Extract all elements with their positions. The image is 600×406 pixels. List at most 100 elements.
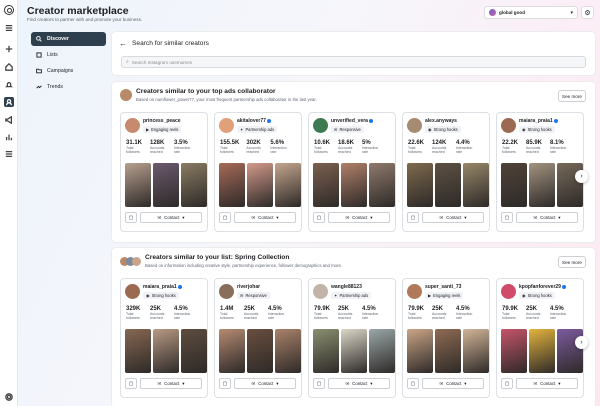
home-icon[interactable]: [4, 62, 14, 72]
creator-username[interactable]: super_santi_73: [425, 284, 461, 290]
contact-button[interactable]: ✉ Contact ▾: [422, 378, 484, 389]
account-selector[interactable]: global good ▾: [484, 6, 578, 19]
creator-username[interactable]: wangle88123: [331, 284, 362, 290]
collapse-icon[interactable]: [4, 23, 14, 33]
media-thumbnail[interactable]: [275, 163, 301, 207]
back-arrow-icon[interactable]: ←: [119, 39, 127, 48]
save-creator-button[interactable]: ▢: [501, 212, 513, 223]
media-thumbnail[interactable]: [153, 329, 179, 373]
creator-username[interactable]: unverified_vera: [331, 118, 373, 124]
media-thumbnail[interactable]: [181, 329, 207, 373]
media-thumbnail[interactable]: [313, 329, 339, 373]
creator-card[interactable]: maiara_praia1 ◉ Strong hooks 329K Total foll…: [120, 278, 208, 398]
save-creator-button[interactable]: ▢: [125, 378, 137, 389]
save-creator-button[interactable]: ▢: [125, 212, 137, 223]
media-thumbnail[interactable]: [341, 329, 367, 373]
creator-username[interactable]: princess_peace: [143, 118, 181, 124]
creator-avatar[interactable]: [219, 118, 234, 133]
creators-icon[interactable]: [4, 97, 14, 107]
username-search-input[interactable]: ⌕ Search Instagram usernames: [121, 56, 586, 68]
contact-button[interactable]: ✉ Contact ▾: [516, 378, 578, 389]
creator-avatar[interactable]: [125, 118, 140, 133]
creator-username[interactable]: kpopfanforever29: [519, 284, 566, 290]
creator-card[interactable]: unverified_vera ✉ Responsive 10.6K Total fol…: [308, 112, 396, 232]
media-thumbnail[interactable]: [247, 163, 273, 207]
contact-button[interactable]: ✉ Contact ▾: [328, 378, 390, 389]
media-thumbnail[interactable]: [219, 163, 245, 207]
sidebar-item-campaigns[interactable]: Campaigns: [31, 64, 106, 78]
save-creator-button[interactable]: ▢: [313, 378, 325, 389]
next-arrow-button[interactable]: ›: [575, 170, 588, 183]
media-thumbnail[interactable]: [529, 329, 555, 373]
creator-avatar[interactable]: [313, 118, 328, 133]
contact-button[interactable]: ✉ Contact ▾: [328, 212, 390, 223]
media-thumbnail[interactable]: [369, 329, 395, 373]
save-creator-button[interactable]: ▢: [407, 212, 419, 223]
creator-card[interactable]: alex.anyways ◉ Strong hooks 22.6K Total foll…: [402, 112, 490, 232]
megaphone-icon[interactable]: [4, 115, 14, 125]
creator-card[interactable]: wangle88123 ✦ Partnership ads 79.9K Total fo…: [308, 278, 396, 398]
creator-avatar[interactable]: [501, 284, 516, 299]
contact-button[interactable]: ✉ Contact ▾: [140, 378, 202, 389]
media-thumbnail[interactable]: [501, 163, 527, 207]
media-thumbnail[interactable]: [247, 329, 273, 373]
creator-username[interactable]: akitalover77: [237, 118, 271, 124]
creator-card[interactable]: maiara_praia1 ◉ Strong hooks 22.2K Total fol…: [496, 112, 584, 232]
save-creator-button[interactable]: ▢: [219, 212, 231, 223]
media-thumbnail[interactable]: [341, 163, 367, 207]
creator-card[interactable]: akitalover77 ✦ Partnership ads 155.5K Total …: [214, 112, 302, 232]
creator-avatar[interactable]: [407, 284, 422, 299]
media-thumbnail[interactable]: [463, 163, 489, 207]
media-thumbnail[interactable]: [435, 329, 461, 373]
creator-username[interactable]: riverjohar: [237, 284, 260, 290]
contact-button[interactable]: ✉ Contact ▾: [516, 212, 578, 223]
creator-username[interactable]: maiara_praia1: [143, 284, 182, 290]
plus-icon[interactable]: [4, 44, 14, 54]
settings-icon[interactable]: [4, 392, 14, 402]
media-thumbnail[interactable]: [275, 329, 301, 373]
media-thumbnail[interactable]: [313, 163, 339, 207]
media-thumbnail[interactable]: [125, 329, 151, 373]
media-thumbnail[interactable]: [529, 163, 555, 207]
next-arrow-button[interactable]: ›: [575, 336, 588, 349]
creator-card[interactable]: kpopfanforever29 ◉ Strong hooks 79.9K Total …: [496, 278, 584, 398]
media-thumbnail[interactable]: [153, 163, 179, 207]
meta-logo-icon[interactable]: [4, 5, 14, 15]
media-thumbnail[interactable]: [463, 329, 489, 373]
media-thumbnail[interactable]: [407, 163, 433, 207]
chart-icon[interactable]: [4, 132, 14, 142]
creator-username[interactable]: maiara_praia1: [519, 118, 558, 124]
settings-button[interactable]: ⚙: [581, 6, 594, 19]
creator-avatar[interactable]: [407, 118, 422, 133]
contact-button[interactable]: ✉ Contact ▾: [234, 212, 296, 223]
contact-button[interactable]: ✉ Contact ▾: [140, 212, 202, 223]
see-more-button[interactable]: See more: [558, 256, 586, 268]
media-thumbnail[interactable]: [369, 163, 395, 207]
save-creator-button[interactable]: ▢: [501, 378, 513, 389]
media-thumbnail[interactable]: [407, 329, 433, 373]
media-thumbnail[interactable]: [219, 329, 245, 373]
menu-icon[interactable]: [4, 149, 14, 159]
creator-card[interactable]: princess_peace ▶ Engaging reels 31.1K Total …: [120, 112, 208, 232]
creator-avatar[interactable]: [125, 284, 140, 299]
sidebar-item-trends[interactable]: Trends: [31, 80, 106, 94]
sidebar-item-lists[interactable]: Lists: [31, 48, 106, 62]
media-thumbnail[interactable]: [181, 163, 207, 207]
save-creator-button[interactable]: ▢: [219, 378, 231, 389]
save-creator-button[interactable]: ▢: [407, 378, 419, 389]
save-creator-button[interactable]: ▢: [313, 212, 325, 223]
media-thumbnail[interactable]: [125, 163, 151, 207]
creator-card[interactable]: riverjohar ✉ Responsive 1.4M Total followers…: [214, 278, 302, 398]
creator-card[interactable]: super_santi_73 ▶ Engaging reels 79.9K Total …: [402, 278, 490, 398]
contact-button[interactable]: ✉ Contact ▾: [422, 212, 484, 223]
media-thumbnail[interactable]: [501, 329, 527, 373]
creator-avatar[interactable]: [313, 284, 328, 299]
contact-button[interactable]: ✉ Contact ▾: [234, 378, 296, 389]
creator-avatar[interactable]: [219, 284, 234, 299]
sidebar-item-discover[interactable]: Discover: [31, 32, 106, 46]
see-more-button[interactable]: See more: [558, 90, 586, 102]
media-thumbnail[interactable]: [435, 163, 461, 207]
bell-icon[interactable]: [4, 80, 14, 90]
creator-avatar[interactable]: [501, 118, 516, 133]
creator-username[interactable]: alex.anyways: [425, 118, 457, 124]
